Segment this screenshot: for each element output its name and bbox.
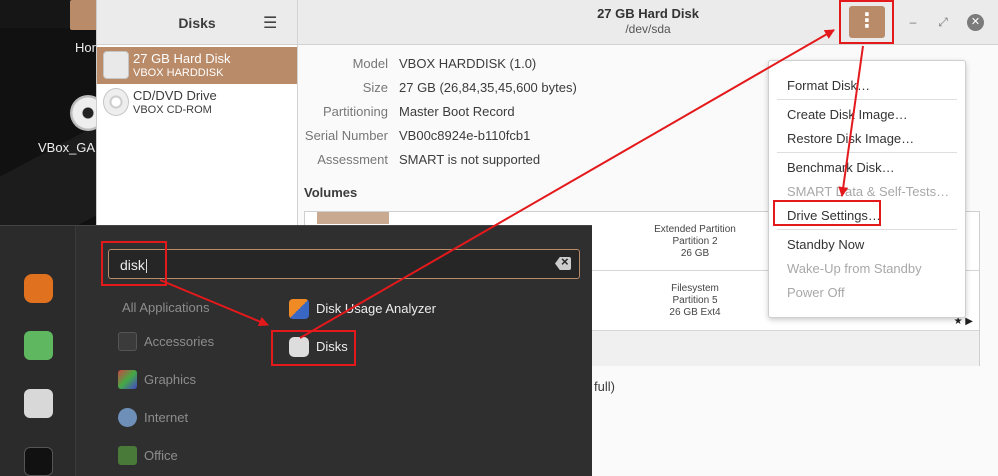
hamburger-menu-icon[interactable]: ☰ (263, 13, 279, 32)
firefox-icon[interactable] (24, 274, 53, 303)
volume-type: Extended Partition (654, 224, 736, 235)
volume-partition: Partition 2 (672, 236, 718, 247)
category-all-applications[interactable]: All Applications (122, 300, 209, 315)
menu-item-benchmark-disk[interactable]: Benchmark Disk… (787, 160, 895, 175)
menu-item-smart-data[interactable]: SMART Data & Self-Tests… (787, 184, 949, 199)
category-label: Office (144, 448, 178, 463)
menu-item-power-off[interactable]: Power Off (787, 285, 845, 300)
volume-size: 26 GB (680, 248, 710, 259)
disk-usage-analyzer-icon (289, 299, 309, 319)
close-icon[interactable]: ✕ (967, 14, 984, 31)
info-row-assessment: Assessment SMART is not supported (298, 152, 768, 172)
info-row-model: Model VBOX HARDDISK (1.0) (298, 56, 768, 76)
optical-disc-icon (103, 88, 129, 116)
menu-item-standby-now[interactable]: Standby Now (787, 237, 864, 252)
hard-disk-icon (103, 51, 129, 79)
desktop-icon-label-home: Hor (75, 40, 96, 55)
clear-search-icon[interactable] (555, 257, 571, 270)
volumes-heading: Volumes (304, 185, 358, 200)
accessories-icon (118, 332, 137, 351)
category-label: Graphics (144, 372, 197, 387)
volume-partition: Partition 5 (672, 295, 718, 306)
annotation-box-menu-button (839, 0, 894, 44)
info-row-size: Size 27 GB (26,84,35,45,600 bytes) (298, 80, 768, 100)
menu-item-create-disk-image[interactable]: Create Disk Image… (787, 107, 908, 122)
volume-filesystem-partition[interactable]: Filesystem Partition 5 26 GB Ext4 (605, 283, 785, 319)
menu-item-restore-disk-image[interactable]: Restore Disk Image… (787, 131, 914, 146)
annotation-box-disks-app (271, 330, 356, 366)
device-name: 27 GB Hard Disk (133, 51, 231, 66)
favorites-bar (0, 226, 76, 476)
menu-separator (777, 229, 957, 230)
menu-separator (777, 99, 957, 100)
info-key: Size (362, 80, 388, 95)
terminal-icon[interactable] (24, 447, 53, 476)
device-model: VBOX HARDDISK (133, 67, 224, 79)
menu-item-format-disk[interactable]: Format Disk… (787, 78, 870, 93)
info-value: SMART is not supported (399, 152, 541, 167)
category-label: Accessories (144, 334, 215, 349)
graphics-icon (118, 370, 137, 389)
volume-extended-partition[interactable]: Extended Partition Partition 2 26 GB (605, 224, 785, 260)
app-label: Disk Usage Analyzer (316, 301, 436, 316)
device-model: VBOX CD-ROM (133, 104, 212, 116)
device-item-hard-disk[interactable]: 27 GB Hard Disk VBOX HARDDISK (97, 47, 297, 84)
annotation-box-search (101, 241, 167, 286)
settings-toggle-icon[interactable] (24, 389, 53, 418)
volume-type: Filesystem (671, 283, 719, 294)
info-key: Serial Number (304, 128, 388, 143)
volume-content-text: full) (594, 379, 615, 394)
annotation-box-drive-settings (773, 200, 881, 226)
info-value: Master Boot Record (399, 104, 515, 119)
menu-item-wake-up[interactable]: Wake-Up from Standby (787, 261, 922, 276)
info-key: Assessment (317, 152, 388, 167)
info-row-partitioning: Partitioning Master Boot Record (298, 104, 768, 124)
info-key: Partitioning (322, 104, 388, 119)
internet-icon (118, 408, 137, 427)
maximize-icon[interactable]: ⤢ (935, 14, 951, 30)
info-value: VB00c8924e-b110fcb1 (399, 128, 531, 143)
menu-separator (777, 152, 957, 153)
calculator-icon[interactable] (24, 331, 53, 360)
info-key: Model (352, 56, 388, 71)
selected-volume-marker[interactable] (317, 212, 389, 224)
office-icon (118, 446, 137, 465)
info-value: 27 GB (26,84,35,45,600 bytes) (399, 80, 577, 95)
info-row-serial: Serial Number VB00c8924e-b110fcb1 (298, 128, 768, 148)
minimize-icon[interactable]: – (905, 14, 921, 30)
device-name: CD/DVD Drive (133, 88, 217, 103)
volume-size: 26 GB Ext4 (669, 307, 721, 318)
search-input[interactable]: disk (108, 249, 580, 279)
info-value: VBOX HARDDISK (1.0) (399, 56, 537, 71)
drive-options-menu: Format Disk… Create Disk Image… Restore … (768, 60, 966, 318)
desktop-icon-label-vbox: VBox_GA (38, 140, 96, 155)
category-label: Internet (144, 410, 189, 425)
device-item-cd-drive[interactable]: CD/DVD Drive VBOX CD-ROM (97, 84, 297, 121)
